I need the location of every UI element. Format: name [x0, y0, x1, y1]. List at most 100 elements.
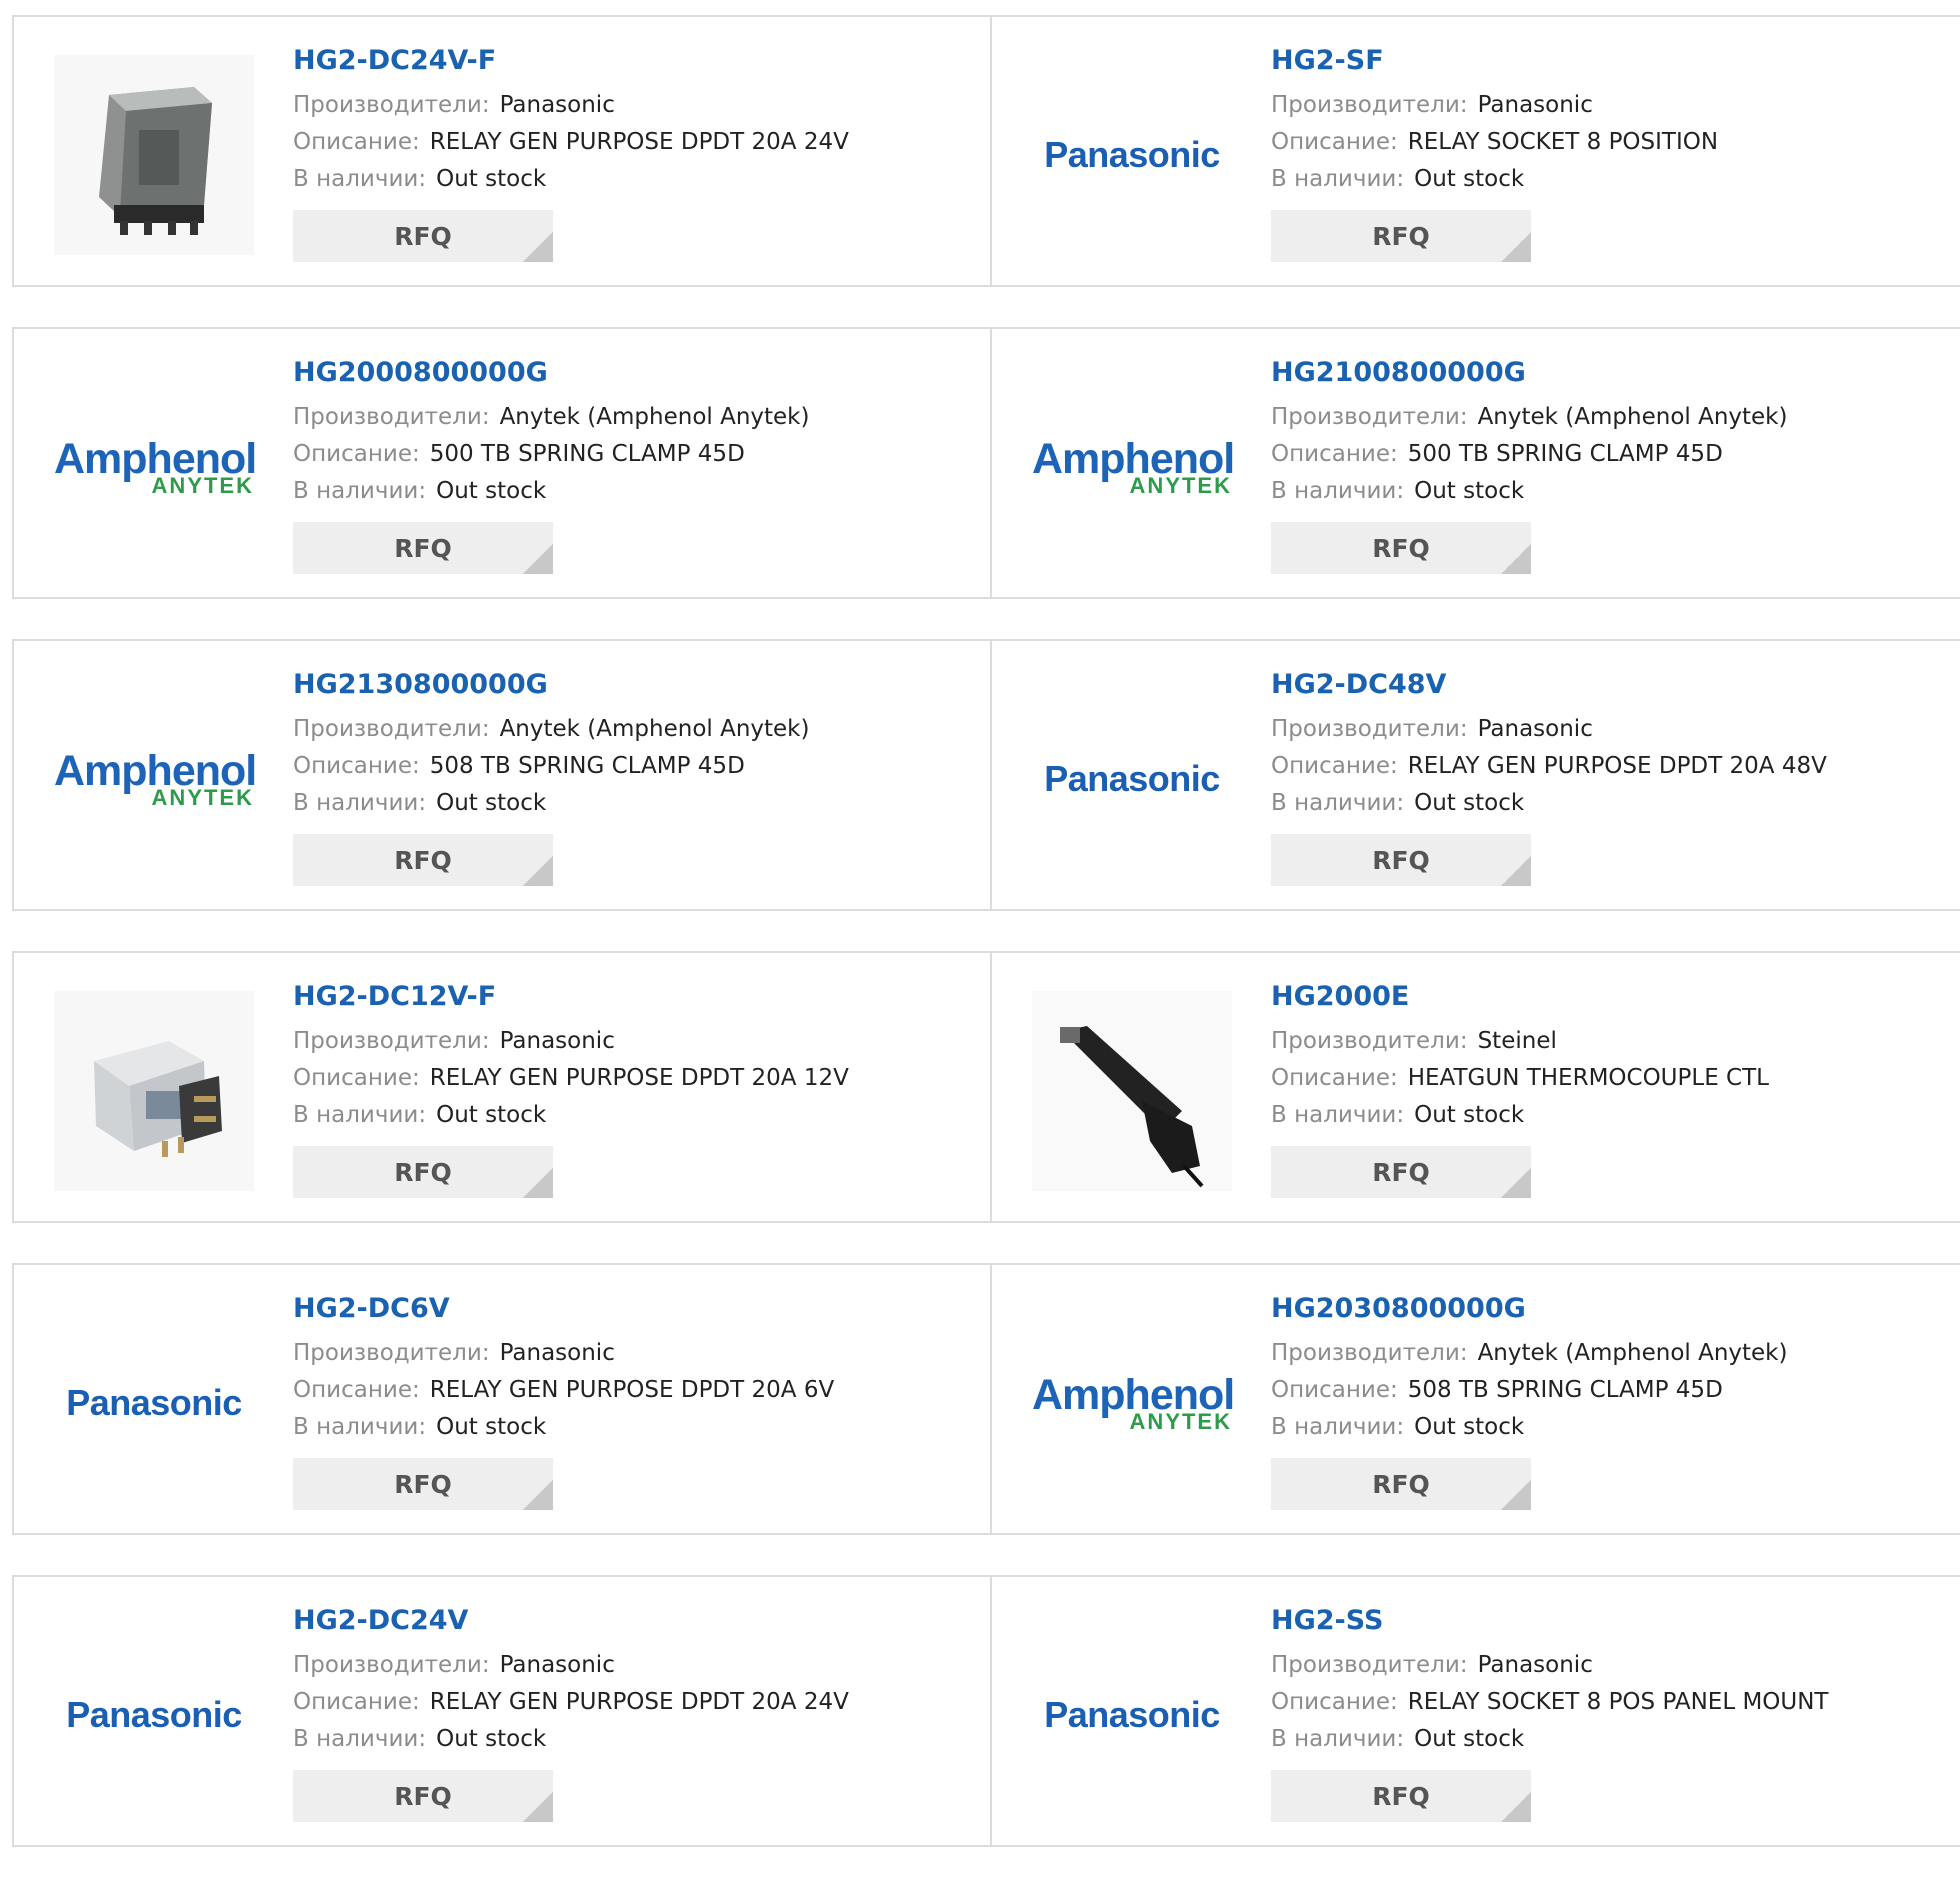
- stock-value: Out stock: [1414, 478, 1525, 504]
- description-line: Описание: RELAY SOCKET 8 POSITION: [1271, 124, 1951, 161]
- stock-label: В наличии:: [1271, 790, 1405, 816]
- corner-triangle-icon: [1501, 232, 1531, 262]
- description-label: Описание:: [1271, 1689, 1398, 1715]
- part-number-link[interactable]: HG2-DC12V-F: [293, 979, 973, 1015]
- description-value: RELAY GEN PURPOSE DPDT 20A 6V: [429, 1377, 835, 1403]
- manufacturer-label: Производители:: [293, 1028, 490, 1054]
- stock-line: В наличии: Out stock: [293, 1097, 973, 1134]
- description-value: RELAY GEN PURPOSE DPDT 20A 24V: [429, 129, 849, 155]
- stock-value: Out stock: [1414, 1726, 1525, 1752]
- rfq-button[interactable]: RFQ: [1271, 1146, 1531, 1198]
- product-image[interactable]: Amphenol ANYTEK: [1032, 367, 1235, 567]
- description-line: Описание: HEATGUN THERMOCOUPLE CTL: [1271, 1060, 1951, 1097]
- stock-label: В наличии:: [293, 478, 427, 504]
- description-line: Описание: 508 TB SPRING CLAMP 45D: [1271, 1372, 1951, 1409]
- product-image[interactable]: Amphenol ANYTEK: [54, 679, 257, 879]
- description-label: Описание:: [293, 1065, 420, 1091]
- rfq-button-label: RFQ: [394, 1469, 452, 1499]
- stock-value: Out stock: [436, 1102, 547, 1128]
- part-number-link[interactable]: HG2-DC48V: [1271, 667, 1951, 703]
- product-image[interactable]: Panasonic: [54, 1615, 254, 1815]
- product-card: Panasonic HG2-SS Производители: Panasonic Оп…: [992, 1577, 1960, 1845]
- rfq-button-label: RFQ: [394, 221, 452, 251]
- stock-value: Out stock: [436, 790, 547, 816]
- product-row: HG2-DC24V-F Производители: Panasonic Описан…: [12, 15, 1960, 287]
- product-image[interactable]: [54, 55, 254, 255]
- product-image[interactable]: Amphenol ANYTEK: [1032, 1303, 1235, 1503]
- part-number-link[interactable]: HG2030800000G: [1271, 1291, 1951, 1327]
- stock-value: Out stock: [1414, 1414, 1525, 1440]
- rfq-button[interactable]: RFQ: [1271, 522, 1531, 574]
- panasonic-logo: Panasonic: [66, 1382, 242, 1423]
- product-image[interactable]: [1032, 991, 1232, 1191]
- product-image[interactable]: Amphenol ANYTEK: [54, 367, 257, 567]
- stock-label: В наличии:: [1271, 1102, 1405, 1128]
- rfq-button[interactable]: RFQ: [1271, 1770, 1531, 1822]
- part-number-link[interactable]: HG2-DC6V: [293, 1291, 973, 1327]
- stock-value: Out stock: [436, 1726, 547, 1752]
- product-info: HG2-DC24V Производители: Panasonic Описание…: [293, 1603, 973, 1822]
- rfq-button-label: RFQ: [394, 845, 452, 875]
- stock-line: В наличии: Out stock: [293, 161, 973, 198]
- stock-label: В наличии:: [293, 166, 427, 192]
- stock-line: В наличии: Out stock: [1271, 1721, 1951, 1758]
- product-image[interactable]: Panasonic: [1032, 679, 1232, 879]
- manufacturer-line: Производители: Panasonic: [293, 1023, 973, 1060]
- manufacturer-label: Производители:: [1271, 1652, 1468, 1678]
- part-number-link[interactable]: HG2100800000G: [1271, 355, 1951, 391]
- product-info: HG2-SS Производители: Panasonic Описание: RE…: [1271, 1603, 1951, 1822]
- part-number-link[interactable]: HG2000E: [1271, 979, 1951, 1015]
- product-image[interactable]: Panasonic: [54, 1303, 254, 1503]
- manufacturer-label: Производители:: [293, 92, 490, 118]
- stock-label: В наличии:: [1271, 166, 1405, 192]
- product-card: HG2-DC24V-F Производители: Panasonic Описан…: [14, 17, 992, 285]
- corner-triangle-icon: [523, 1792, 553, 1822]
- rfq-button[interactable]: RFQ: [293, 522, 553, 574]
- description-label: Описание:: [293, 129, 420, 155]
- description-value: RELAY SOCKET 8 POSITION: [1407, 129, 1719, 155]
- stock-line: В наличии: Out stock: [293, 1409, 973, 1446]
- stock-line: В наличии: Out stock: [1271, 473, 1951, 510]
- manufacturer-label: Производители:: [293, 404, 490, 430]
- rfq-button[interactable]: RFQ: [293, 834, 553, 886]
- rfq-button[interactable]: RFQ: [293, 1146, 553, 1198]
- manufacturer-value: Anytek (Amphenol Anytek): [1477, 404, 1788, 430]
- description-line: Описание: RELAY GEN PURPOSE DPDT 20A 12V: [293, 1060, 973, 1097]
- panasonic-logo: Panasonic: [1044, 1694, 1220, 1735]
- part-number-link[interactable]: HG2000800000G: [293, 355, 973, 391]
- product-image[interactable]: Panasonic: [1032, 55, 1232, 255]
- part-number-link[interactable]: HG2130800000G: [293, 667, 973, 703]
- amphenol-anytek-logo: Amphenol ANYTEK: [1032, 1373, 1235, 1433]
- product-card: Panasonic HG2-SF Производители: Panasonic Оп…: [992, 17, 1960, 285]
- part-number-link[interactable]: HG2-SF: [1271, 43, 1951, 79]
- product-info: HG2130800000G Производители: Anytek (Amphe…: [293, 667, 973, 886]
- stock-line: В наличии: Out stock: [1271, 785, 1951, 822]
- manufacturer-value: Panasonic: [1477, 716, 1593, 742]
- stock-line: В наличии: Out stock: [1271, 1409, 1951, 1446]
- manufacturer-line: Производители: Panasonic: [293, 1647, 973, 1684]
- product-card: HG2000E Производители: Steinel Описание: HEA…: [992, 953, 1960, 1221]
- rfq-button[interactable]: RFQ: [1271, 210, 1531, 262]
- description-value: 508 TB SPRING CLAMP 45D: [429, 753, 745, 779]
- rfq-button[interactable]: RFQ: [1271, 1458, 1531, 1510]
- product-image[interactable]: Panasonic: [1032, 1615, 1232, 1815]
- part-number-link[interactable]: HG2-DC24V: [293, 1603, 973, 1639]
- rfq-button-label: RFQ: [1372, 845, 1430, 875]
- part-number-link[interactable]: HG2-SS: [1271, 1603, 1951, 1639]
- manufacturer-line: Производители: Anytek (Amphenol Anytek): [1271, 399, 1951, 436]
- stock-label: В наличии:: [1271, 1414, 1405, 1440]
- rfq-button[interactable]: RFQ: [293, 210, 553, 262]
- product-row: Amphenol ANYTEK HG2000800000G Производители…: [12, 327, 1960, 599]
- product-image[interactable]: [54, 991, 254, 1191]
- product-card: Amphenol ANYTEK HG2100800000G Производители…: [992, 329, 1960, 597]
- description-line: Описание: RELAY GEN PURPOSE DPDT 20A 24V: [293, 124, 973, 161]
- product-card: Amphenol ANYTEK HG2030800000G Производители…: [992, 1265, 1960, 1533]
- manufacturer-value: Panasonic: [499, 1340, 615, 1366]
- manufacturer-line: Производители: Anytek (Amphenol Anytek): [293, 711, 973, 748]
- rfq-button[interactable]: RFQ: [293, 1770, 553, 1822]
- rfq-button[interactable]: RFQ: [293, 1458, 553, 1510]
- rfq-button[interactable]: RFQ: [1271, 834, 1531, 886]
- description-label: Описание:: [1271, 129, 1398, 155]
- part-number-link[interactable]: HG2-DC24V-F: [293, 43, 973, 79]
- manufacturer-value: Anytek (Amphenol Anytek): [499, 404, 810, 430]
